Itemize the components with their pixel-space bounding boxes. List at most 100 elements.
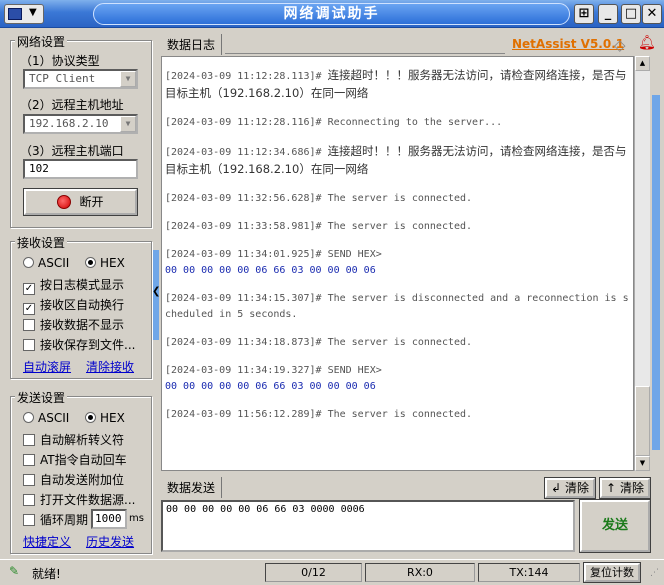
log-timestamp: [2024-03-09 11:34:19.327]# <box>165 365 328 376</box>
send-ascii-radio[interactable]: ASCII <box>23 411 69 425</box>
minimize-button[interactable]: _ <box>598 4 618 24</box>
status-rx: RX:0 <box>365 563 475 582</box>
chevron-down-icon[interactable]: ▼ <box>120 116 136 132</box>
log-timestamp: [2024-03-09 11:12:28.113]# <box>165 71 328 82</box>
right-edge-bar <box>652 95 660 450</box>
port-input[interactable]: 102 <box>23 159 138 179</box>
log-timestamp: [2024-03-09 11:33:58.981]# <box>165 221 328 232</box>
reset-count-button[interactable]: 复位计数 <box>584 563 640 582</box>
log-entry: [2024-03-09 11:34:01.925]# SEND HEX> 00 0… <box>165 247 630 279</box>
recv-ascii-radio[interactable]: ASCII <box>23 256 69 270</box>
title-bar: ▼ 网络调试助手 ⊞ _ □ ✕ <box>0 0 664 28</box>
send-option-append[interactable]: 自动发送附加位 <box>23 471 124 488</box>
send-input[interactable]: 00 00 00 00 00 06 66 03 0000 0006 <box>161 500 575 552</box>
clear-label: 清除 <box>564 481 589 495</box>
recv-hex-label: HEX <box>100 256 125 270</box>
history-send-link[interactable]: 历史发送 <box>86 533 134 550</box>
log-entry: [2024-03-09 11:12:28.113]# 连接超时！！！服务器无法访… <box>165 67 630 103</box>
diamond-icon[interactable]: ◇ <box>614 36 626 54</box>
clear-recv-link[interactable]: 清除接收 <box>86 358 134 375</box>
chevron-down-icon[interactable]: ▼ <box>120 71 136 87</box>
clear-send-button-1[interactable]: ↲ 清除 <box>545 478 595 498</box>
log-text: The server is connected. <box>327 409 473 420</box>
log-entry: [2024-03-09 11:12:34.686]# 连接超时！！！服务器无法访… <box>165 143 630 179</box>
connect-button-label: 断开 <box>79 195 104 209</box>
protocol-label: （1）协议类型 <box>20 54 100 68</box>
send-option-file-source[interactable]: 打开文件数据源... <box>23 491 135 508</box>
close-button[interactable]: ✕ <box>642 4 662 24</box>
recv-hex-radio[interactable]: HEX <box>85 256 125 270</box>
radio-checked-icon <box>85 257 96 268</box>
send-option-loop[interactable]: 循环周期 <box>23 511 88 528</box>
log-entry: [2024-03-09 11:32:56.628]# The server is… <box>165 191 630 207</box>
send-option-label: 自动发送附加位 <box>40 473 125 487</box>
checkbox-icon <box>23 434 35 446</box>
auto-scroll-link[interactable]: 自动滚屏 <box>23 358 71 375</box>
chevron-left-icon[interactable]: ❮ <box>152 286 160 297</box>
status-bar: ✎ 就绪! 0/12 RX:0 TX:144 复位计数 ⋰ <box>0 559 664 585</box>
send-button[interactable]: 发送 <box>580 500 650 552</box>
log-hex-data: 00 00 00 00 00 06 66 03 00 00 00 06 <box>165 381 376 392</box>
clear-send-button-2[interactable]: ↑ 清除 <box>600 478 650 498</box>
checkbox-icon <box>23 494 35 506</box>
log-entry: [2024-03-09 11:33:58.981]# The server is… <box>165 219 630 235</box>
log-scrollbar[interactable]: ▲ ▼ <box>634 56 650 471</box>
log-timestamp: [2024-03-09 11:34:15.307]# <box>165 293 328 304</box>
send-ascii-label: ASCII <box>38 411 70 425</box>
chevron-down-icon: ▼ <box>29 7 37 18</box>
brand-link[interactable]: NetAssist V5.0.1 <box>512 37 624 51</box>
send-hex-radio[interactable]: HEX <box>85 411 125 425</box>
recv-option-save-file[interactable]: 接收保存到文件... <box>23 336 135 353</box>
checkbox-icon <box>23 474 35 486</box>
log-entry: [2024-03-09 11:34:19.327]# SEND HEX> 00 0… <box>165 363 630 395</box>
log-entry: [2024-03-09 11:56:12.289]# The server is… <box>165 407 630 423</box>
log-hex-data: 00 00 00 00 00 06 66 03 00 00 00 06 <box>165 265 376 276</box>
tab-data-send[interactable]: 数据发送 <box>161 477 223 498</box>
recv-option-label: 按日志模式显示 <box>40 278 125 292</box>
log-text: SEND HEX> <box>327 249 382 260</box>
scroll-up-icon[interactable]: ▲ <box>635 56 650 71</box>
connect-button[interactable]: 断开 <box>24 189 137 215</box>
scroll-down-icon[interactable]: ▼ <box>635 456 650 471</box>
status-tx: TX:144 <box>478 563 580 582</box>
resize-grip-icon[interactable]: ⋰ <box>650 568 659 578</box>
data-log-area[interactable]: [2024-03-09 11:12:28.113]# 连接超时！！！服务器无法访… <box>161 56 634 471</box>
checkbox-icon <box>23 339 35 351</box>
log-text: The server is connected. <box>327 193 473 204</box>
pin-icon[interactable]: ⊞ <box>574 4 594 24</box>
send-settings-title: 发送设置 <box>15 389 68 406</box>
recv-option-log-mode[interactable]: ✓ 按日志模式显示 <box>23 276 124 295</box>
record-icon <box>57 195 72 209</box>
scroll-thumb[interactable] <box>635 386 650 456</box>
protocol-value: TCP Client <box>29 72 96 85</box>
send-option-escape[interactable]: 自动解析转义符 <box>23 431 124 448</box>
header-divider <box>225 53 505 54</box>
bell-icon[interactable]: 🔔︎ <box>638 35 656 51</box>
status-count: 0/12 <box>265 563 362 582</box>
checkbox-icon <box>23 514 35 526</box>
clear-label: 清除 <box>619 481 644 495</box>
log-timestamp: [2024-03-09 11:56:12.289]# <box>165 409 328 420</box>
protocol-select[interactable]: TCP Client ▼ <box>23 69 138 89</box>
log-entry: [2024-03-09 11:12:28.116]# Reconnecting … <box>165 115 630 131</box>
host-select[interactable]: 192.168.2.10 ▼ <box>23 114 138 134</box>
log-text: Reconnecting to the server... <box>327 117 503 128</box>
quick-define-link[interactable]: 快捷定义 <box>23 533 71 550</box>
log-timestamp: [2024-03-09 11:34:01.925]# <box>165 249 328 260</box>
loop-unit: ms <box>129 513 144 524</box>
recv-option-auto-wrap[interactable]: ✓ 接收区自动换行 <box>23 296 124 315</box>
maximize-button[interactable]: □ <box>621 4 641 24</box>
send-option-label: 打开文件数据源... <box>40 493 136 507</box>
checkbox-icon <box>23 319 35 331</box>
loop-period-input[interactable]: 1000 <box>91 509 127 529</box>
send-option-at-cr[interactable]: AT指令自动回车 <box>23 451 127 468</box>
radio-checked-icon <box>85 412 96 423</box>
recv-option-hide-data[interactable]: 接收数据不显示 <box>23 316 124 333</box>
loop-label: 循环周期 <box>40 513 89 527</box>
checkbox-checked-icon: ✓ <box>23 303 35 315</box>
log-text: The server is connected. <box>327 337 473 348</box>
window-title: 网络调试助手 <box>93 3 570 25</box>
system-menu-button[interactable]: ▼ <box>4 4 44 24</box>
log-timestamp: [2024-03-09 11:34:18.873]# <box>165 337 328 348</box>
tab-data-log[interactable]: 数据日志 <box>161 34 223 55</box>
